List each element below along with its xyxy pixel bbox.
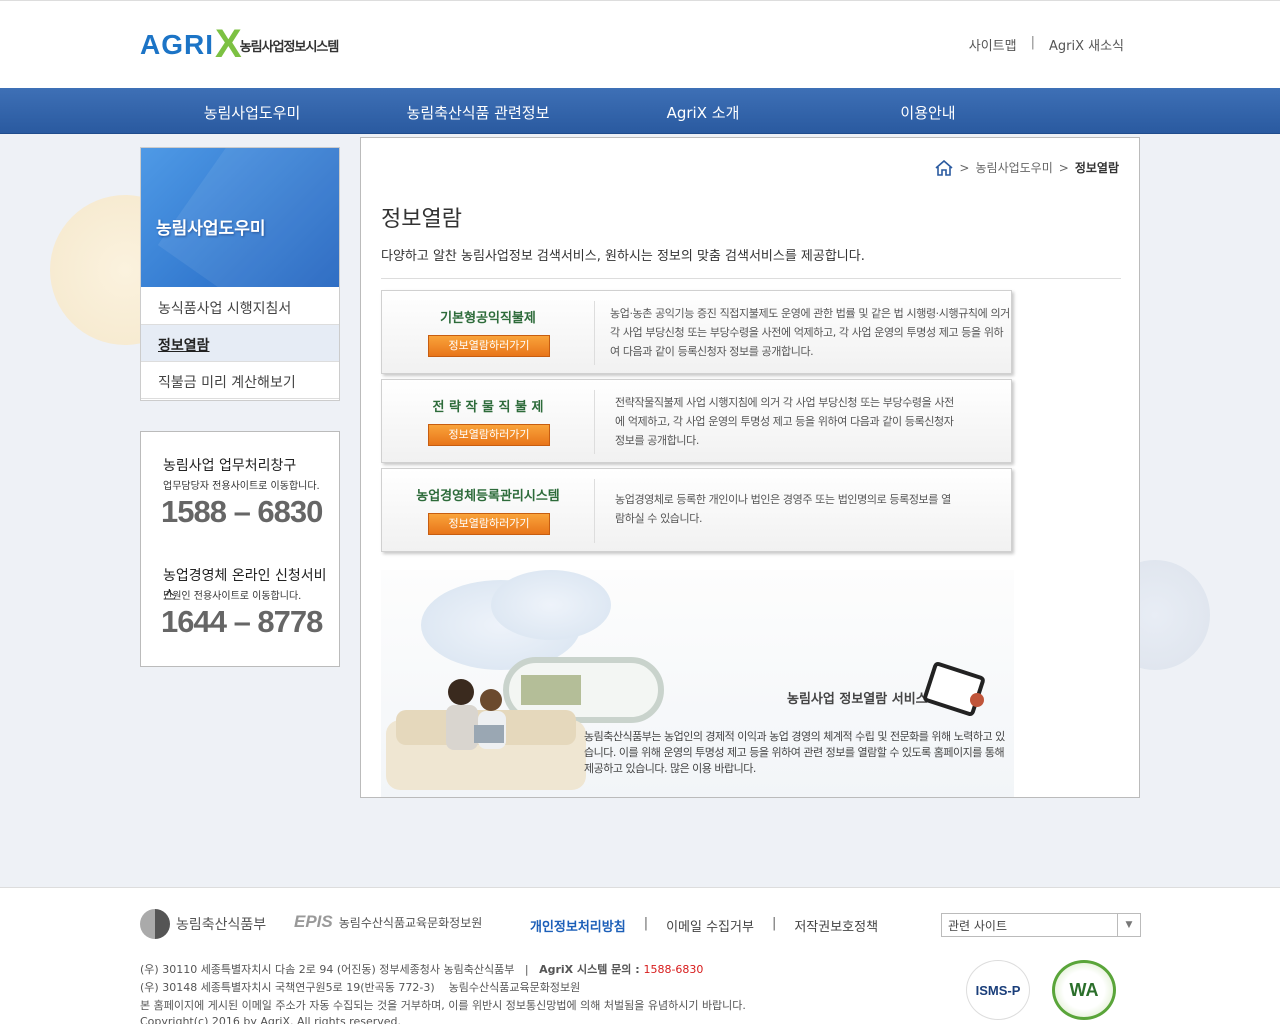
- divider: [381, 278, 1121, 279]
- info-box-description: 농업경영체로 등록한 개인이나 법인은 경영주 또는 법인명의로 등록정보를 열…: [615, 493, 951, 525]
- chevron-right-icon: >: [959, 160, 970, 175]
- copyright: Copyright(c) 2016 by AgriX. All rights r…: [140, 1015, 402, 1024]
- epis-logo[interactable]: EPIS 농림수산식품교육문화정보원: [294, 912, 482, 932]
- separator: |: [643, 916, 649, 931]
- side-nav-menu: 농식품사업 시행지침서 정보열람 직불금 미리 계산해보기: [141, 288, 339, 399]
- related-sites-select[interactable]: 관련 사이트 ▼: [941, 913, 1141, 937]
- view-info-button[interactable]: 정보열람하러가기: [428, 424, 550, 446]
- banner-text: 농림축산식품부는 농업인의 경제적 이익과 농업 경영의 체계적 수립 및 전문…: [584, 730, 1005, 775]
- page-title: 정보열람: [381, 207, 462, 232]
- contact-title-1[interactable]: 농림사업 업무처리창구: [163, 455, 296, 475]
- banner-title: 농림사업 정보열람 서비스: [787, 692, 928, 707]
- header: AGRI X 농림사업정보시스템 사이트맵 | AgriX 새소식: [0, 0, 1280, 88]
- related-sites-label: 관련 사이트: [948, 919, 1008, 933]
- logo-text: AGRI: [140, 29, 214, 60]
- info-box-title: 농업경영체등록관리시스템: [416, 489, 560, 504]
- breadcrumb-item[interactable]: 농림사업도우미: [975, 159, 1052, 176]
- home-icon[interactable]: [935, 159, 953, 176]
- side-nav-title: 농림사업도우미: [156, 219, 266, 239]
- divider: [594, 390, 595, 454]
- tablet-icon: [923, 661, 985, 717]
- info-box-title: 전 략 작 물 직 불 제: [432, 400, 544, 415]
- logo-x-mark: X: [215, 22, 242, 66]
- nav-agrix-intro[interactable]: AgriX 소개: [613, 102, 793, 123]
- main-navigation: 농림사업도우미 농림축산식품 관련정보 AgriX 소개 이용안내: [0, 88, 1280, 134]
- address-line-1: (우) 30110 세종특별자치시 다솜 2로 94 (어진동) 정부세종청사 …: [140, 961, 703, 977]
- address-line-2: (우) 30148 세종특별자치시 국책연구원5로 19(반곡동 772-3) …: [140, 981, 581, 994]
- web-accessibility-cert-badge: WA: [1052, 960, 1116, 1020]
- separator: |: [771, 916, 777, 931]
- isms-p-cert-badge: ISMS-P: [966, 960, 1030, 1020]
- sitemap-link[interactable]: 사이트맵: [969, 35, 1017, 54]
- agrix-logo[interactable]: AGRI X 농림사업정보시스템: [140, 22, 340, 66]
- main-content: > 농림사업도우미 > 정보열람 정보열람 다양하고 알찬 농림사업정보 검색서…: [360, 137, 1140, 798]
- contact-sub-1: 업무담당자 전용사이트로 이동합니다.: [163, 481, 320, 492]
- nav-usage-guide[interactable]: 이용안내: [838, 102, 1018, 123]
- side-navigation: 농림사업도우미 농식품사업 시행지침서 정보열람 직불금 미리 계산해보기: [140, 147, 340, 401]
- address-text: (우) 30110 세종특별자치시 다솜 2로 94 (어진동) 정부세종청사 …: [140, 963, 540, 976]
- chevron-down-icon[interactable]: ▼: [1117, 914, 1140, 936]
- nav-food-info[interactable]: 농림축산식품 관련정보: [378, 102, 578, 123]
- email-notice: 본 홈페이지에 게시된 이메일 주소가 자동 수집되는 것을 거부하며, 이를 …: [140, 999, 746, 1012]
- copyright-policy-link[interactable]: 저작권보호정책: [794, 916, 878, 935]
- info-box-basic-payment: 기본형공익직불제 정보열람하러가기 농업·농촌 공익기능 증진 직접지불제도 운…: [381, 290, 1012, 374]
- page-description: 다양하고 알찬 농림사업정보 검색서비스, 원하시는 정보의 맞춤 검색서비스를…: [381, 249, 865, 264]
- privacy-policy-link[interactable]: 개인정보처리방침: [530, 916, 626, 935]
- info-box-description: 농업·농촌 공익기능 증진 직접지불제도 운영에 관한 법률 및 같은 법 시행…: [610, 307, 1010, 358]
- view-info-button[interactable]: 정보열람하러가기: [428, 335, 550, 357]
- contact-sub-2: 민원인 전용사이트로 이동합니다.: [163, 591, 302, 602]
- contact-phone-2: 1644 – 8778: [161, 604, 323, 639]
- agrix-news-link[interactable]: AgriX 새소식: [1049, 35, 1124, 54]
- epis-name: 농림수산식품교육문화정보원: [338, 915, 483, 930]
- top-links: 사이트맵 | AgriX 새소식: [969, 35, 1124, 54]
- view-info-button[interactable]: 정보열람하러가기: [428, 513, 550, 535]
- nav-agri-helper[interactable]: 농림사업도우미: [162, 102, 342, 123]
- info-box-strategic-crop: 전 략 작 물 직 불 제 정보열람하러가기 전략작물직불제 사업 시행지침에 …: [381, 379, 1012, 463]
- epis-mark: EPIS: [294, 912, 333, 931]
- service-banner: 농림사업 정보열람 서비스 농림축산식품부는 농업인의 경제적 이익과 농업 경…: [381, 570, 1014, 797]
- ministry-logo[interactable]: 농림축산식품부: [140, 909, 266, 939]
- side-nav-header: 농림사업도우미: [141, 148, 339, 287]
- ministry-emblem-icon: [140, 909, 170, 939]
- footer: 농림축산식품부 EPIS 농림수산식품교육문화정보원 개인정보처리방침 | 이메…: [0, 887, 1280, 1024]
- email-refusal-link[interactable]: 이메일 수집거부: [666, 916, 754, 935]
- side-item-info-view[interactable]: 정보열람: [141, 325, 339, 362]
- ministry-name: 농림축산식품부: [176, 917, 267, 933]
- agrix-inquiry-phone: 1588-6830: [643, 963, 704, 976]
- divider: [594, 479, 595, 543]
- side-item-guidelines[interactable]: 농식품사업 시행지침서: [141, 288, 339, 325]
- logo-subtitle: 농림사업정보시스템: [239, 39, 340, 55]
- info-box-farm-registry: 농업경영체등록관리시스템 정보열람하러가기 농업경영체로 등록한 개인이나 법인…: [381, 468, 1012, 552]
- info-box-title: 기본형공익직불제: [440, 311, 536, 326]
- chevron-right-icon: >: [1058, 160, 1069, 175]
- contact-box: 농림사업 업무처리창구 업무담당자 전용사이트로 이동합니다. 1588 – 6…: [140, 431, 340, 667]
- footer-links: 개인정보처리방침 | 이메일 수집거부 | 저작권보호정책: [530, 916, 878, 935]
- side-item-payment-calc[interactable]: 직불금 미리 계산해보기: [141, 362, 339, 399]
- breadcrumb: > 농림사업도우미 > 정보열람: [935, 159, 1119, 176]
- contact-phone-1: 1588 – 6830: [161, 494, 323, 529]
- info-box-description: 전략작물직불제 사업 시행지침에 의거 각 사업 부당신청 또는 부당수령을 사…: [615, 396, 954, 447]
- cloud-illustration: [491, 570, 611, 640]
- divider: [594, 301, 595, 365]
- separator: |: [1030, 35, 1035, 50]
- breadcrumb-current: 정보열람: [1074, 161, 1119, 175]
- agrix-inquiry-label: AgriX 시스템 문의 :: [539, 963, 644, 976]
